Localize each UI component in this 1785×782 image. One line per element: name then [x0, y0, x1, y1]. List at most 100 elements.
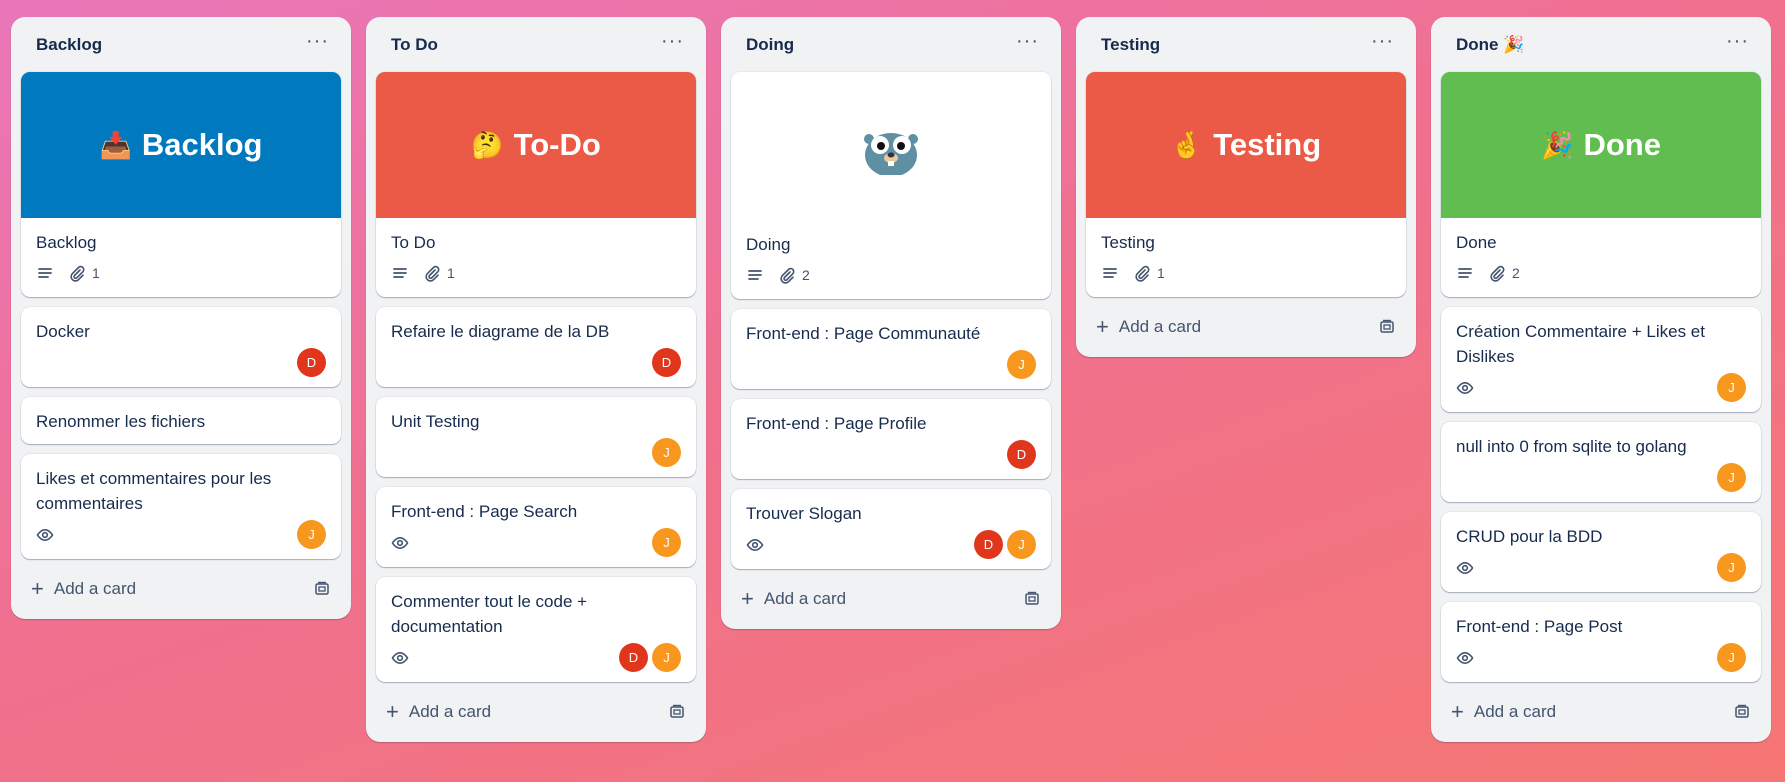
card-commenter-code[interactable]: Commenter tout le code + documentation D…: [376, 577, 696, 682]
card-title: Testing: [1101, 233, 1155, 252]
card-likes-commentaires[interactable]: Likes et commentaires pour les commentai…: [21, 454, 341, 559]
card-footer: 1: [36, 259, 326, 287]
list-menu-button[interactable]: ···: [1726, 31, 1749, 59]
attachment-badge: 1: [423, 264, 455, 282]
badges: 2: [746, 266, 810, 284]
card-creation-commentaire[interactable]: Création Commentaire + Likes et Dislikes…: [1441, 307, 1761, 412]
add-card-button[interactable]: + Add a card: [741, 588, 846, 610]
attachment-count: 1: [1157, 265, 1165, 281]
create-from-template-icon[interactable]: [1023, 590, 1041, 608]
list-backlog: Backlog ··· 📥 Backlog Backlog 1 Docker D…: [11, 17, 351, 619]
card-footer: 2: [746, 261, 1036, 289]
card-null-into-0[interactable]: null into 0 from sqlite to golang J: [1441, 422, 1761, 502]
add-card-button[interactable]: + Add a card: [1096, 316, 1201, 338]
card-title: Refaire le diagrame de la DB: [391, 322, 610, 341]
create-from-template-icon[interactable]: [313, 580, 331, 598]
card-body: Création Commentaire + Likes et Dislikes…: [1441, 307, 1761, 412]
card-page-post[interactable]: Front-end : Page Post J: [1441, 602, 1761, 682]
card-refaire-diagrame[interactable]: Refaire le diagrame de la DB D: [376, 307, 696, 387]
members: D: [652, 348, 681, 377]
add-card-button[interactable]: + Add a card: [1451, 701, 1556, 723]
card-title: Renommer les fichiers: [36, 412, 206, 431]
avatar[interactable]: D: [974, 530, 1003, 559]
card-list: Doing 2 Front-end : Page Communauté J Fr…: [731, 72, 1051, 569]
plus-icon: +: [386, 699, 399, 724]
avatar[interactable]: J: [1717, 373, 1746, 402]
avatar[interactable]: D: [1007, 440, 1036, 469]
card-body: Front-end : Page Profile D: [731, 399, 1051, 479]
avatar[interactable]: J: [652, 643, 681, 672]
card-renommer[interactable]: Renommer les fichiers: [21, 397, 341, 444]
avatar[interactable]: D: [619, 643, 648, 672]
card-body: To Do 1: [376, 218, 696, 297]
card-title: Création Commentaire + Likes et Dislikes: [1456, 322, 1705, 366]
card-footer: J: [1456, 373, 1746, 402]
list-header: Backlog ···: [21, 17, 341, 72]
card-body: Front-end : Page Post J: [1441, 602, 1761, 682]
eye-icon: [391, 649, 409, 667]
card-title: Doing: [746, 235, 791, 254]
create-from-template-icon[interactable]: [1733, 703, 1751, 721]
badges: [391, 534, 409, 552]
avatar[interactable]: J: [297, 520, 326, 549]
card-doing[interactable]: Doing 2: [731, 72, 1051, 299]
card-todo[interactable]: 🤔 To-Do To Do 1: [376, 72, 696, 297]
card-docker[interactable]: Docker D: [21, 307, 341, 387]
card-done[interactable]: 🎉 Done Done 2: [1441, 72, 1761, 297]
avatar[interactable]: J: [652, 438, 681, 467]
list-menu-button[interactable]: ···: [1016, 31, 1039, 59]
avatar[interactable]: J: [1717, 643, 1746, 672]
eye-icon: [1456, 649, 1474, 667]
attachment-count: 2: [802, 267, 810, 283]
card-list: 🎉 Done Done 2 Création Commentaire + Lik…: [1441, 72, 1761, 682]
cover-text: Testing: [1213, 127, 1322, 162]
add-card-button[interactable]: + Add a card: [31, 578, 136, 600]
members: J: [1717, 553, 1746, 582]
description-icon: [1456, 264, 1474, 282]
card-page-communaute[interactable]: Front-end : Page Communauté J: [731, 309, 1051, 389]
eye-icon: [36, 526, 54, 544]
card-footer: J: [1456, 463, 1746, 492]
card-page-search[interactable]: Front-end : Page Search J: [376, 487, 696, 567]
card-cover: 📥 Backlog: [21, 72, 341, 218]
card-footer: 1: [1101, 259, 1391, 287]
list-menu-button[interactable]: ···: [306, 31, 329, 59]
cover-text: Backlog: [141, 127, 263, 162]
add-card-button[interactable]: + Add a card: [386, 701, 491, 723]
card-trouver-slogan[interactable]: Trouver Slogan D J: [731, 489, 1051, 569]
card-cover: 🎉 Done: [1441, 72, 1761, 218]
add-card-row: + Add a card: [376, 692, 696, 732]
avatar[interactable]: J: [1717, 553, 1746, 582]
card-testing[interactable]: 🤞 Testing Testing 1: [1086, 72, 1406, 297]
card-cover: 🤔 To-Do: [376, 72, 696, 218]
card-title: null into 0 from sqlite to golang: [1456, 437, 1687, 456]
attachment-badge: 1: [1133, 264, 1165, 282]
avatar[interactable]: D: [297, 348, 326, 377]
card-footer: J: [1456, 643, 1746, 672]
add-card-label: Add a card: [1118, 317, 1202, 336]
list-title: Doing: [746, 34, 795, 54]
list-menu-button[interactable]: ···: [661, 31, 684, 59]
card-title: Backlog: [36, 233, 97, 252]
card-footer: J: [1456, 553, 1746, 582]
card-body: CRUD pour la BDD J: [1441, 512, 1761, 592]
avatar[interactable]: D: [652, 348, 681, 377]
card-backlog[interactable]: 📥 Backlog Backlog 1: [21, 72, 341, 297]
members: J: [297, 520, 326, 549]
add-card-label: Add a card: [763, 589, 847, 608]
plus-icon: +: [31, 576, 44, 601]
card-page-profile[interactable]: Front-end : Page Profile D: [731, 399, 1051, 479]
create-from-template-icon[interactable]: [1378, 318, 1396, 336]
card-list: 📥 Backlog Backlog 1 Docker D Renommer le…: [21, 72, 341, 559]
list-menu-button[interactable]: ···: [1371, 31, 1394, 59]
members: D: [1007, 440, 1036, 469]
avatar[interactable]: J: [652, 528, 681, 557]
avatar[interactable]: J: [1007, 530, 1036, 559]
avatar[interactable]: J: [1717, 463, 1746, 492]
card-unit-testing[interactable]: Unit Testing J: [376, 397, 696, 477]
avatar[interactable]: J: [1007, 350, 1036, 379]
card-footer: 2: [1456, 259, 1746, 287]
card-crud-bdd[interactable]: CRUD pour la BDD J: [1441, 512, 1761, 592]
create-from-template-icon[interactable]: [668, 703, 686, 721]
plus-icon: +: [741, 586, 754, 611]
